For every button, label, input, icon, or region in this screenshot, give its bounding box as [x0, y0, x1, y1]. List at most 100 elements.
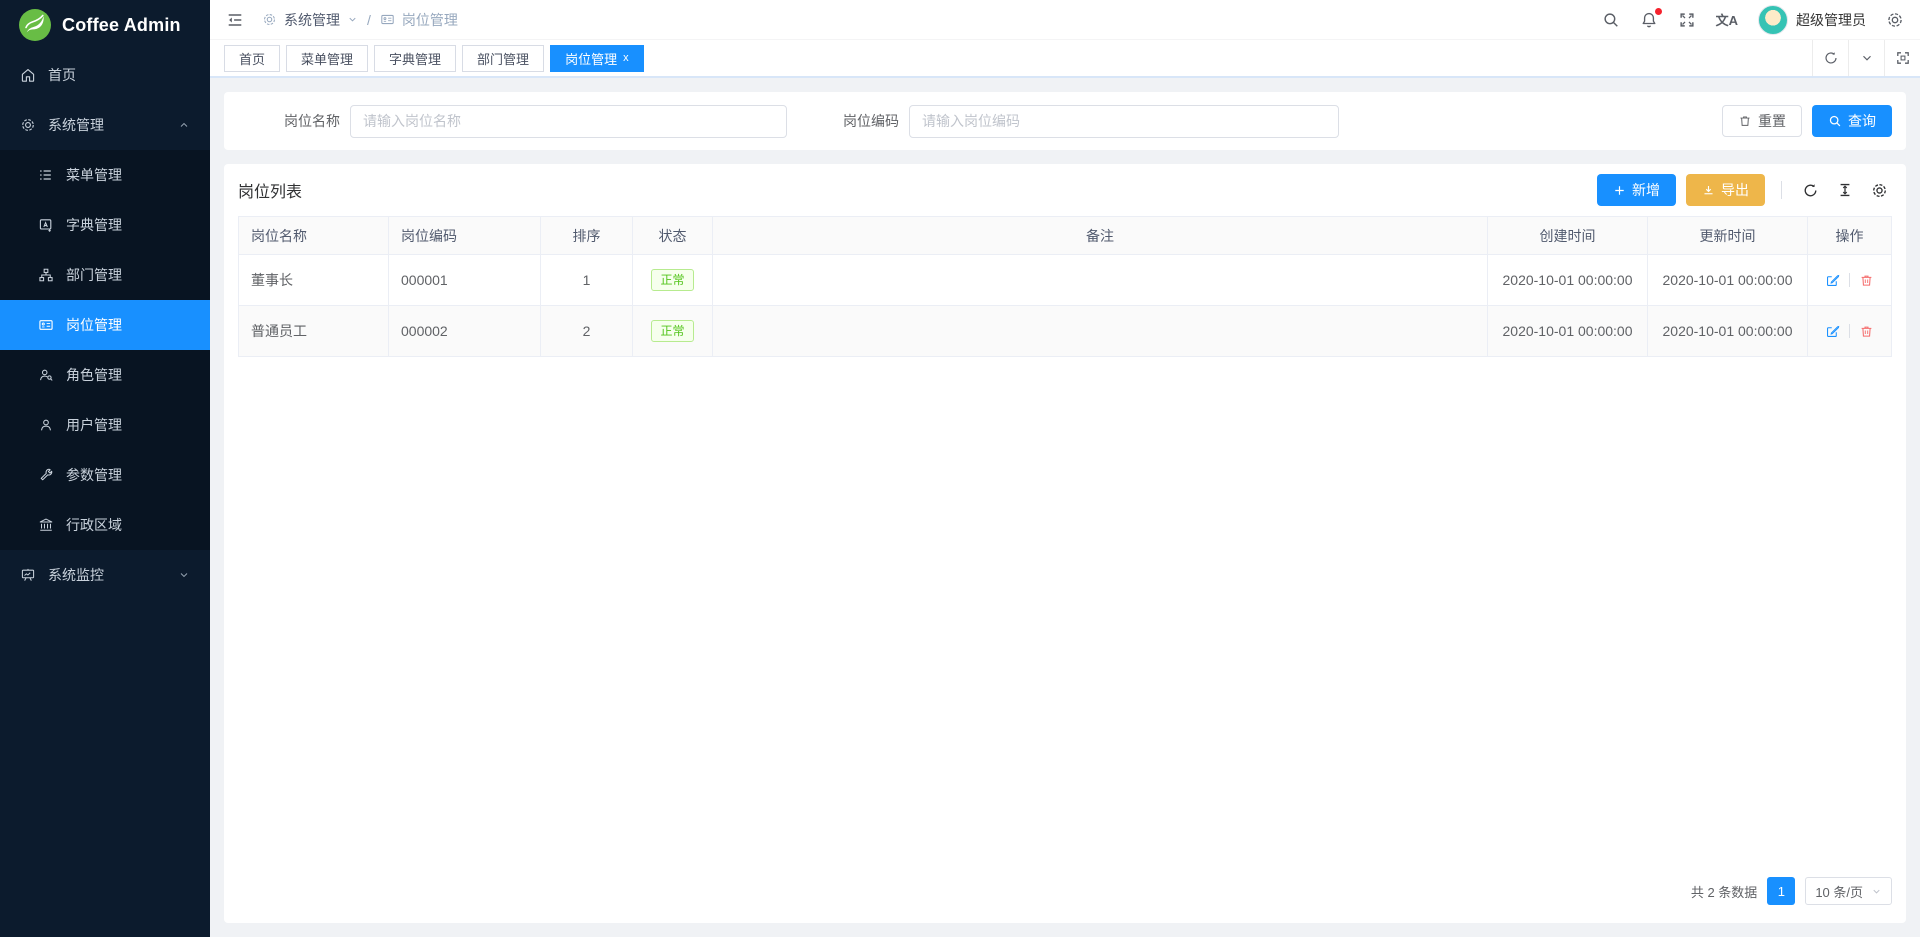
id-card-icon: [380, 12, 395, 27]
dictionary-icon: [38, 217, 54, 233]
query-button[interactable]: 查询: [1812, 105, 1892, 137]
tab-home[interactable]: 首页: [224, 45, 280, 72]
search-buttons: 重置 查询: [1722, 105, 1892, 137]
translate-icon[interactable]: 文A: [1716, 10, 1738, 29]
breadcrumb-system[interactable]: 系统管理: [284, 10, 340, 30]
post-name-label: 岗位名称: [284, 111, 340, 131]
col-updated: 更新时间: [1648, 217, 1808, 255]
id-card-icon: [38, 317, 54, 333]
sidebar-item-label: 字典管理: [66, 215, 122, 235]
tab-label: 岗位管理: [565, 49, 617, 68]
collapse-sidebar-icon[interactable]: [226, 11, 244, 29]
tab-dept-mgmt[interactable]: 部门管理: [462, 45, 544, 72]
cell-status: 正常: [633, 306, 713, 357]
gear-icon: [20, 117, 36, 133]
sidebar-item-region-mgmt[interactable]: 行政区域: [0, 500, 210, 550]
post-code-input[interactable]: [909, 105, 1339, 138]
close-icon[interactable]: x: [623, 52, 629, 64]
sidebar-item-home[interactable]: 首页: [0, 50, 210, 100]
reset-label: 重置: [1758, 111, 1786, 131]
chevron-up-icon: [178, 119, 190, 131]
navbar: 系统管理 / 岗位管理 文A 超级管理员: [210, 0, 1920, 40]
cell-created: 2020-10-01 00:00:00: [1488, 306, 1648, 357]
tab-post-mgmt[interactable]: 岗位管理 x: [550, 45, 644, 72]
sidebar-item-param-mgmt[interactable]: 参数管理: [0, 450, 210, 500]
cell-operations: [1808, 306, 1892, 357]
tab-menu-mgmt[interactable]: 菜单管理: [286, 45, 368, 72]
sidebar-item-dept-mgmt[interactable]: 部门管理: [0, 250, 210, 300]
app-logo[interactable]: Coffee Admin: [0, 0, 210, 50]
card-header: 岗位列表 新增 导出: [238, 164, 1892, 216]
user-menu[interactable]: 超级管理员: [1758, 5, 1866, 35]
sidebar-item-role-mgmt[interactable]: 角色管理: [0, 350, 210, 400]
list-icon: [38, 167, 54, 183]
search-icon[interactable]: [1602, 11, 1620, 29]
sidebar-item-dict-mgmt[interactable]: 字典管理: [0, 200, 210, 250]
settings-gear-icon[interactable]: [1886, 11, 1904, 29]
maximize-icon[interactable]: [1884, 40, 1920, 76]
cell-updated: 2020-10-01 00:00:00: [1648, 255, 1808, 306]
cell-post-name: 董事长: [239, 255, 389, 306]
cell-sort: 1: [541, 255, 633, 306]
delete-icon[interactable]: [1859, 324, 1874, 339]
edit-icon[interactable]: [1825, 273, 1840, 288]
refresh-icon[interactable]: [1812, 40, 1848, 76]
col-created: 创建时间: [1488, 217, 1648, 255]
app-title: Coffee Admin: [62, 15, 181, 36]
download-icon: [1702, 184, 1715, 197]
table-row[interactable]: 普通员工 000002 2 正常 2020-10-01 00:00:00 202…: [239, 306, 1892, 357]
sidebar-item-label: 行政区域: [66, 515, 122, 535]
add-button[interactable]: 新增: [1597, 174, 1676, 206]
sidebar-item-label: 菜单管理: [66, 165, 122, 185]
export-button[interactable]: 导出: [1686, 174, 1765, 206]
tab-label: 首页: [239, 49, 265, 68]
post-list-card: 岗位列表 新增 导出: [224, 164, 1906, 923]
divider: [1849, 273, 1850, 287]
card-title: 岗位列表: [238, 178, 302, 202]
notification-badge: [1655, 8, 1662, 15]
sidebar-item-label: 参数管理: [66, 465, 122, 485]
sidebar-item-menu-mgmt[interactable]: 菜单管理: [0, 150, 210, 200]
home-icon: [20, 67, 36, 83]
sidebar-item-user-mgmt[interactable]: 用户管理: [0, 400, 210, 450]
reset-button[interactable]: 重置: [1722, 105, 1802, 137]
page-1-button[interactable]: 1: [1767, 877, 1795, 905]
page-size-select[interactable]: 10 条/页: [1805, 877, 1892, 905]
row-height-icon[interactable]: [1833, 182, 1857, 198]
edit-icon[interactable]: [1825, 324, 1840, 339]
page-content: 岗位名称 岗位编码 重置 查询: [210, 78, 1920, 937]
tabs-actions: [1812, 40, 1920, 76]
sidebar-group-system[interactable]: 系统管理: [0, 100, 210, 150]
sidebar-item-post-mgmt[interactable]: 岗位管理: [0, 300, 210, 350]
plus-icon: [1613, 184, 1626, 197]
form-item-post-name: 岗位名称: [284, 105, 787, 138]
notifications-button[interactable]: [1640, 11, 1658, 29]
col-post-code: 岗位编码: [389, 217, 541, 255]
refresh-icon[interactable]: [1798, 182, 1823, 199]
status-badge: 正常: [651, 269, 693, 291]
monitor-icon: [20, 567, 36, 583]
role-icon: [38, 367, 54, 383]
delete-icon[interactable]: [1859, 273, 1874, 288]
column-settings-gear-icon[interactable]: [1867, 182, 1892, 199]
main-area: 系统管理 / 岗位管理 文A 超级管理员: [210, 0, 1920, 937]
table-row[interactable]: 董事长 000001 1 正常 2020-10-01 00:00:00 2020…: [239, 255, 1892, 306]
org-tree-icon: [38, 267, 54, 283]
sidebar-submenu-system: 菜单管理 字典管理 部门管理 岗位管理 角色管理 用户管理: [0, 150, 210, 550]
form-item-post-code: 岗位编码: [843, 105, 1339, 138]
chevron-down-icon: [347, 14, 358, 25]
cell-post-name: 普通员工: [239, 306, 389, 357]
col-remark: 备注: [713, 217, 1488, 255]
post-name-input[interactable]: [350, 105, 787, 138]
cell-remark: [713, 255, 1488, 306]
chevron-down-icon[interactable]: [1848, 40, 1884, 76]
fullscreen-icon[interactable]: [1678, 11, 1696, 29]
sidebar-group-monitor[interactable]: 系统监控: [0, 550, 210, 600]
cell-status: 正常: [633, 255, 713, 306]
tab-dict-mgmt[interactable]: 字典管理: [374, 45, 456, 72]
cell-post-code: 000001: [389, 255, 541, 306]
chevron-down-icon: [1871, 886, 1882, 897]
sidebar-group-label: 系统监控: [48, 565, 104, 585]
col-post-name: 岗位名称: [239, 217, 389, 255]
cell-sort: 2: [541, 306, 633, 357]
